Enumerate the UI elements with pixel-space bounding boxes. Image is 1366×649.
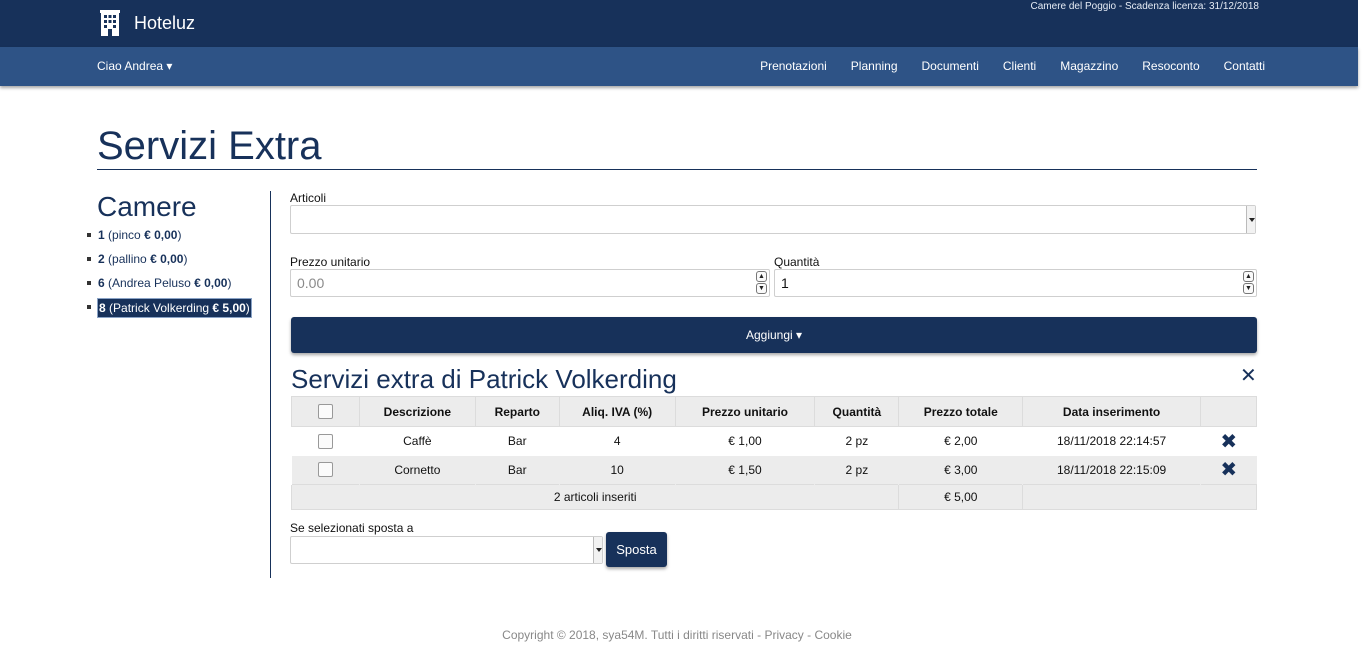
cell-reparto: Bar — [475, 455, 560, 485]
col-descrizione: Descrizione — [358, 396, 476, 427]
copyright-text: Copyright © 2018, sya54M. Tutti i diritt… — [502, 628, 754, 642]
chevron-down-icon[interactable]: ▼ — [1243, 283, 1254, 294]
room-item[interactable]: 6 (Andrea Peluso € 0,00) — [87, 274, 252, 298]
col-actions — [1200, 396, 1257, 427]
delete-icon[interactable]: ✖ — [1220, 431, 1237, 453]
app-name: Hoteluz — [134, 13, 196, 33]
col-prezzo: Prezzo unitario — [674, 396, 816, 427]
move-label: Se selezionati sposta a — [290, 521, 414, 535]
cell-descrizione: Cornetto — [359, 455, 476, 485]
prezzo-stepper[interactable]: ▲ ▼ — [756, 271, 767, 295]
title-divider — [97, 169, 1257, 170]
select-all-checkbox[interactable] — [317, 404, 333, 420]
nav-magazzino[interactable]: Magazzino — [1060, 59, 1118, 73]
summary-empty — [1022, 484, 1257, 510]
cell-quantita: 2 pz — [814, 455, 899, 485]
cell-quantita: 2 pz — [845, 434, 869, 449]
table-header: Descrizione Reparto Aliq. IVA (%) Prezzo… — [291, 396, 1257, 427]
cell-prezzo: € 1,00 — [728, 434, 762, 449]
chevron-up-icon[interactable]: ▲ — [1243, 271, 1254, 282]
select-all-cell — [291, 396, 360, 427]
extras-table: Descrizione Reparto Aliq. IVA (%) Prezzo… — [290, 396, 1257, 510]
table-summary-row: 2 articoli inseriti € 5,00 — [290, 484, 1257, 510]
articoli-select[interactable] — [290, 205, 1256, 234]
chevron-down-icon — [1246, 206, 1255, 233]
summary-count: 2 articoli inseriti — [290, 484, 900, 510]
delete-icon[interactable]: ✖ — [1220, 459, 1237, 481]
table-row: Cornetto Bar 10 € 1,50 2 pz € 3,00 18/11… — [291, 455, 1257, 485]
rooms-heading: Camere — [97, 191, 197, 222]
close-icon[interactable]: ✕ — [1240, 363, 1257, 388]
col-totale: Prezzo totale — [898, 396, 1024, 427]
quantita-input[interactable]: 1 ▲ ▼ — [774, 269, 1257, 297]
table-row: Caffè Bar 4 € 1,00 2 pz € 2,00 18/11/201… — [292, 427, 1257, 456]
sposta-button[interactable]: Sposta — [606, 532, 667, 567]
prezzo-label: Prezzo unitario — [290, 255, 371, 269]
extras-title: Servizi extra di Patrick Volkerding — [291, 364, 677, 394]
add-button[interactable]: Aggiungi ▾ — [291, 317, 1257, 353]
col-iva: Aliq. IVA (%) — [558, 396, 676, 427]
nav-bar: Ciao Andrea ▾ Prenotazioni Planning Docu… — [0, 47, 1358, 86]
room-item-active[interactable]: 8 (Patrick Volkerding € 5,00) — [87, 298, 252, 322]
brand[interactable]: Hoteluz — [100, 10, 195, 36]
summary-total: € 5,00 — [898, 484, 1024, 510]
nav-documenti[interactable]: Documenti — [922, 59, 979, 73]
nav-planning[interactable]: Planning — [851, 59, 898, 73]
room-item[interactable]: 2 (pallino € 0,00) — [87, 250, 252, 274]
move-select[interactable] — [290, 536, 603, 564]
cell-data: 18/11/2018 22:15:09 — [1022, 455, 1201, 485]
col-reparto: Reparto — [474, 396, 560, 427]
articoli-label: Articoli — [290, 191, 327, 205]
license-info: Camere del Poggio - Scadenza licenza: 31… — [1030, 1, 1259, 12]
col-quantita: Quantità — [814, 396, 900, 427]
rooms-list: 1 (pinco € 0,00) 2 (pallino € 0,00) 6 (A… — [87, 226, 252, 322]
quantita-stepper[interactable]: ▲ ▼ — [1243, 271, 1254, 295]
nav-resoconto[interactable]: Resoconto — [1142, 59, 1199, 73]
privacy-link[interactable]: Privacy — [764, 628, 803, 642]
cell-totale: € 3,00 — [898, 455, 1023, 485]
page-title: Servizi Extra — [97, 124, 322, 168]
row-checkbox[interactable] — [317, 462, 333, 478]
col-data: Data inserimento — [1022, 396, 1201, 427]
nav-prenotazioni[interactable]: Prenotazioni — [760, 59, 827, 73]
cell-descrizione: Caffè — [403, 434, 432, 449]
footer: Copyright © 2018, sya54M. Tutti i diritt… — [502, 628, 852, 642]
chevron-down-icon — [593, 537, 602, 563]
nav-clienti[interactable]: Clienti — [1003, 59, 1036, 73]
cell-totale: € 2,00 — [944, 434, 978, 449]
hotel-building-icon — [100, 10, 120, 36]
nav-contatti[interactable]: Contatti — [1224, 59, 1265, 73]
main-nav: Prenotazioni Planning Documenti Clienti … — [736, 59, 1265, 73]
chevron-up-icon[interactable]: ▲ — [756, 271, 767, 282]
top-bar: Hoteluz Camere del Poggio - Scadenza lic… — [0, 0, 1358, 47]
cookie-link[interactable]: Cookie — [814, 628, 851, 642]
prezzo-input[interactable]: 0.00 ▲ ▼ — [290, 269, 770, 297]
cell-iva: 4 — [613, 434, 621, 449]
cell-iva: 10 — [559, 455, 676, 485]
cell-prezzo: € 1,50 — [675, 455, 815, 485]
quantita-label: Quantità — [774, 255, 820, 269]
cell-data: 18/11/2018 22:14:57 — [1056, 434, 1167, 449]
room-item[interactable]: 1 (pinco € 0,00) — [87, 226, 252, 250]
sidebar-divider — [270, 191, 271, 578]
row-checkbox[interactable] — [317, 433, 333, 449]
chevron-down-icon[interactable]: ▼ — [756, 283, 767, 294]
user-menu[interactable]: Ciao Andrea ▾ — [97, 59, 172, 73]
cell-reparto: Bar — [507, 434, 527, 449]
